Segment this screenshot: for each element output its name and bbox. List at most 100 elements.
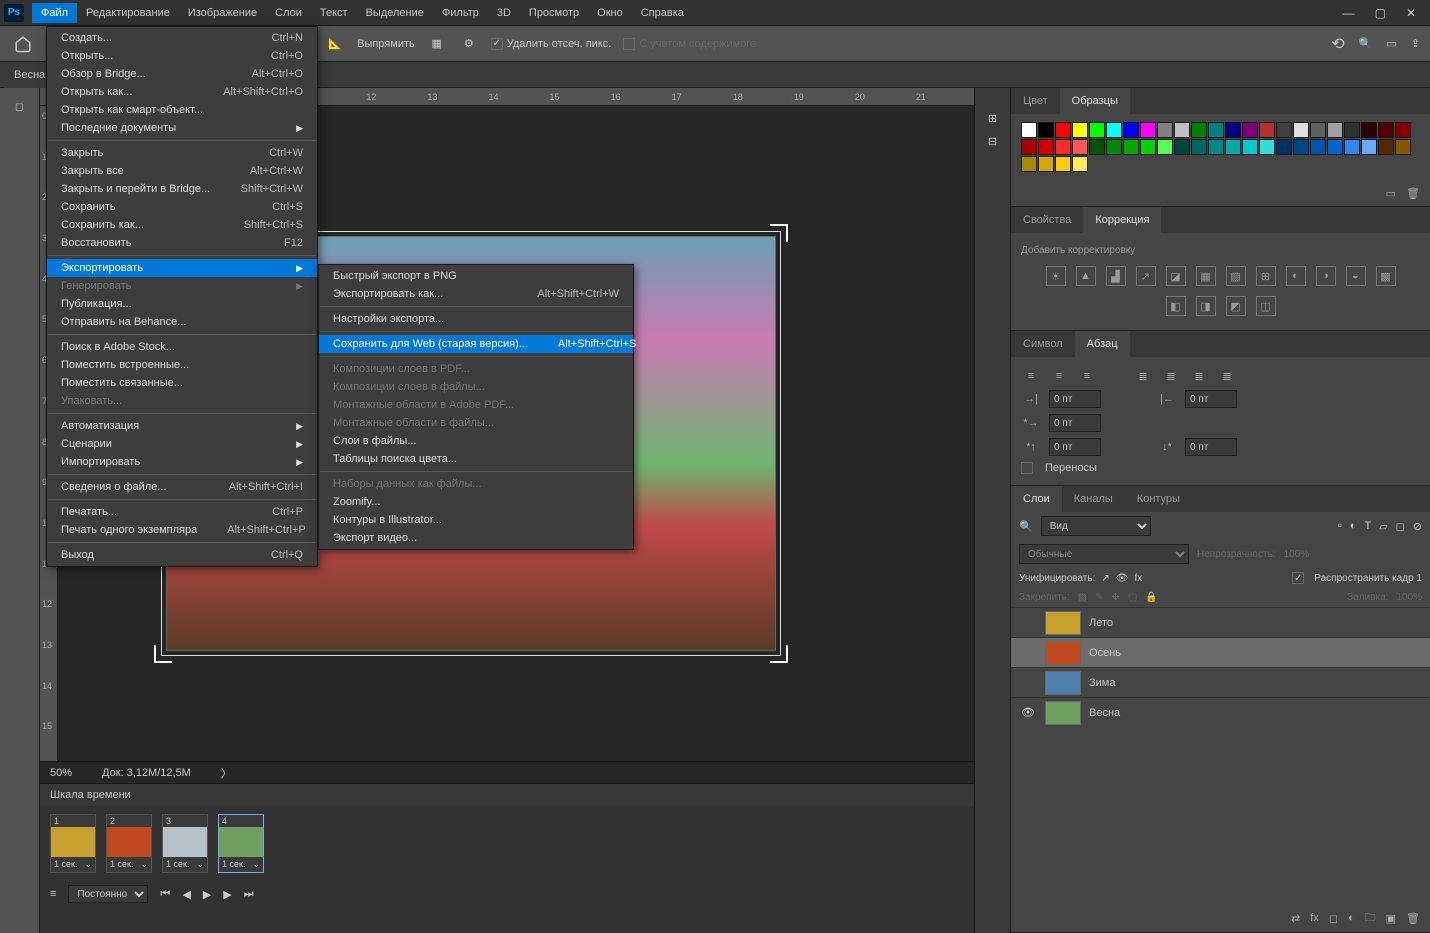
menu-item[interactable]: Печать одного экземпляраAlt+Shift+Ctrl+P: [47, 521, 317, 539]
layer-row[interactable]: 👁 Весна: [1011, 697, 1430, 727]
swatch[interactable]: [1259, 122, 1275, 138]
group-icon[interactable]: 🗀: [1365, 909, 1376, 928]
menu-item[interactable]: Таблицы поиска цвета...: [319, 450, 633, 468]
swatch[interactable]: [1276, 139, 1292, 155]
swatch[interactable]: [1157, 122, 1173, 138]
swatch[interactable]: [1191, 139, 1207, 155]
content-aware-check[interactable]: С учетом содержимого: [623, 38, 756, 50]
tab-swatches[interactable]: Образцы: [1060, 88, 1130, 114]
swatch[interactable]: [1344, 139, 1360, 155]
justify-right-icon[interactable]: ≣: [1189, 368, 1209, 384]
menu-item[interactable]: Поместить встроенные...: [47, 356, 317, 374]
layer-row[interactable]: Лето: [1011, 607, 1430, 637]
swatch[interactable]: [1072, 156, 1088, 172]
status-arrow-icon[interactable]: 〉: [221, 765, 232, 781]
unify-style-icon[interactable]: fx: [1134, 573, 1142, 584]
first-frame-icon[interactable]: ⏮: [160, 888, 170, 901]
tool-placeholder[interactable]: ◻: [4, 94, 36, 118]
menu-item[interactable]: Обзор в Bridge...Alt+Ctrl+O: [47, 65, 317, 83]
unify-position-icon[interactable]: ↗: [1101, 573, 1109, 584]
swatch[interactable]: [1174, 139, 1190, 155]
swatch[interactable]: [1327, 139, 1343, 155]
swatch[interactable]: [1038, 122, 1054, 138]
swatch[interactable]: [1344, 122, 1360, 138]
swatch[interactable]: [1038, 139, 1054, 155]
swatch[interactable]: [1225, 122, 1241, 138]
close-icon[interactable]: ✕: [1406, 6, 1416, 20]
swatch[interactable]: [1055, 139, 1071, 155]
tab-layers[interactable]: Слои: [1011, 486, 1062, 512]
layer-name[interactable]: Осень: [1089, 647, 1121, 659]
lock-image-icon[interactable]: ✎: [1095, 592, 1103, 603]
swatch[interactable]: [1276, 122, 1292, 138]
lock-artboard-icon[interactable]: ▢: [1128, 592, 1137, 603]
indent-left-field[interactable]: [1049, 390, 1101, 408]
layer-name[interactable]: Весна: [1089, 707, 1120, 719]
visibility-icon[interactable]: [1019, 644, 1037, 662]
timeline-frame[interactable]: 31 сек.⌄: [162, 814, 208, 873]
menu-item[interactable]: Последние документы▶: [47, 119, 317, 137]
maximize-icon[interactable]: ▢: [1375, 6, 1386, 20]
propagate-label[interactable]: Распространить кадр 1: [1314, 573, 1422, 584]
menu-item[interactable]: Экспортировать▶: [47, 259, 317, 277]
menu-item[interactable]: Отправить на Behance...: [47, 313, 317, 331]
lock-all-icon[interactable]: 🔒: [1145, 592, 1157, 603]
swatch[interactable]: [1378, 139, 1394, 155]
menu-item[interactable]: ЗакрытьCtrl+W: [47, 144, 317, 162]
menu-Изображение[interactable]: Изображение: [179, 3, 266, 23]
timeline-frame[interactable]: 21 сек.⌄: [106, 814, 152, 873]
search-icon[interactable]: 🔍: [1359, 37, 1373, 50]
home-icon[interactable]: [10, 31, 36, 57]
adjustment-icon[interactable]: ☀: [1046, 266, 1066, 286]
menu-Выделение[interactable]: Выделение: [357, 3, 433, 23]
zoom-level[interactable]: 50%: [50, 767, 72, 779]
swatch[interactable]: [1123, 122, 1139, 138]
space-after-field[interactable]: [1185, 438, 1237, 456]
justify-center-icon[interactable]: ≣: [1161, 368, 1181, 384]
timeline-frame[interactable]: 11 сек.⌄: [50, 814, 96, 873]
swatch[interactable]: [1208, 139, 1224, 155]
swatch[interactable]: [1123, 139, 1139, 155]
tab-channels[interactable]: Каналы: [1062, 486, 1125, 512]
menu-item[interactable]: Экспорт видео...: [319, 529, 633, 547]
menu-item[interactable]: Импортировать▶: [47, 453, 317, 471]
adjustment-icon[interactable]: ▦: [1196, 266, 1216, 286]
menu-Фильтр[interactable]: Фильтр: [433, 3, 488, 23]
menu-item[interactable]: Быстрый экспорт в PNG: [319, 267, 633, 285]
swatch[interactable]: [1072, 122, 1088, 138]
swatch[interactable]: [1378, 122, 1394, 138]
trash-icon[interactable]: 🗑: [1406, 187, 1420, 200]
menu-Слои[interactable]: Слои: [266, 3, 311, 23]
trash-icon[interactable]: 🗑: [1406, 912, 1420, 925]
menu-Просмотр[interactable]: Просмотр: [520, 3, 588, 23]
adjustment-icon[interactable]: ⊞: [1256, 266, 1276, 286]
play-icon[interactable]: ▶: [203, 888, 211, 901]
tab-color[interactable]: Цвет: [1011, 88, 1060, 114]
delete-cropped-check[interactable]: Удалить отсеч. пикс.: [491, 38, 612, 50]
swatch[interactable]: [1055, 122, 1071, 138]
menu-item[interactable]: Сохранить для Web (старая версия)...Alt+…: [319, 335, 633, 353]
align-right-icon[interactable]: ≡: [1077, 368, 1097, 384]
adjustment-layer-icon[interactable]: ◐: [1348, 912, 1355, 924]
menu-item[interactable]: Настройки экспорта...: [319, 310, 633, 328]
opacity-value[interactable]: 100%: [1284, 549, 1310, 560]
adjustment-icon[interactable]: ◒: [1346, 266, 1366, 286]
adjustment-icon[interactable]: ◨: [1196, 296, 1216, 316]
adjustment-icon[interactable]: ↗: [1136, 266, 1156, 286]
swatch[interactable]: [1089, 139, 1105, 155]
menu-item[interactable]: Закрыть и перейти в Bridge...Shift+Ctrl+…: [47, 180, 317, 198]
swatch[interactable]: [1327, 122, 1343, 138]
menu-item[interactable]: Поместить связанные...: [47, 374, 317, 392]
swatch[interactable]: [1174, 122, 1190, 138]
visibility-icon[interactable]: 👁: [1019, 704, 1037, 722]
crop-handle-br[interactable]: [770, 645, 788, 663]
swatch[interactable]: [1089, 122, 1105, 138]
filter-smart-icon[interactable]: ◻: [1396, 520, 1405, 533]
tab-paragraph[interactable]: Абзац: [1075, 331, 1130, 357]
swatch[interactable]: [1140, 122, 1156, 138]
filter-icon[interactable]: 🔍: [1019, 520, 1033, 533]
grid-overlay-icon[interactable]: ▦: [427, 34, 447, 54]
adjustment-icon[interactable]: ▨: [1226, 266, 1246, 286]
filter-shape-icon[interactable]: ▱: [1379, 520, 1387, 533]
filter-pixel-icon[interactable]: ▫: [1338, 520, 1342, 532]
